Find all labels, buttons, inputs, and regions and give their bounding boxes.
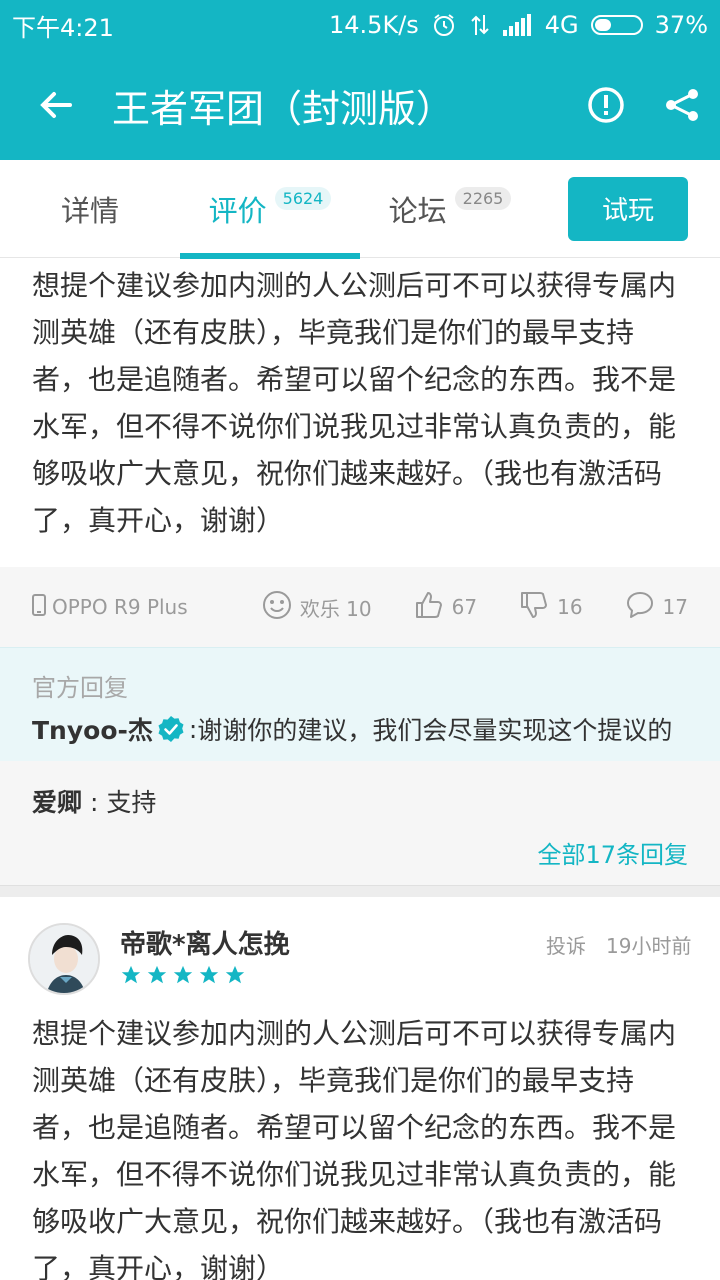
dislike-button[interactable]: 16 — [519, 590, 583, 625]
star-icon — [121, 965, 141, 984]
review-line: 了，真开心，谢谢） — [32, 1252, 285, 1280]
avatar[interactable] — [28, 923, 100, 995]
dislike-count: 16 — [557, 595, 583, 619]
official-reply-label: 官方回复 — [32, 674, 128, 702]
review-line: 水军，但不得不说你们说我见过非常认真负责的，能 — [32, 1158, 677, 1191]
reply-separator: : — [188, 714, 198, 744]
tab-forum[interactable]: 论坛 2265 — [360, 160, 540, 258]
comment-icon — [625, 590, 655, 625]
app-bar: 王者军团（封测版） — [0, 50, 720, 160]
review-line: 想提个建议参加内测的人公测后可不可以获得专属内 — [32, 1017, 677, 1050]
review-line: 者，也是追随者。希望可以留个纪念的东西。我不是 — [32, 1111, 677, 1144]
review-author[interactable]: 帝歌*离人怎挽 — [120, 924, 290, 961]
review-text: 想提个建议参加内测的人公测后可不可以获得专属内 测英雄（还有皮肤），毕竟我们是你… — [32, 1010, 688, 1280]
tab-details[interactable]: 详情 — [0, 160, 180, 258]
alarm-icon — [431, 12, 457, 38]
phone-icon — [32, 593, 46, 621]
battery-percent: 37% — [654, 11, 708, 39]
reply-separator: : — [89, 788, 107, 817]
tab-label: 详情 — [60, 193, 119, 228]
page-title: 王者军团（封测版） — [112, 86, 455, 131]
comment-count: 17 — [662, 595, 688, 619]
back-arrow-icon[interactable] — [0, 50, 112, 160]
smile-icon — [262, 590, 292, 625]
review-line: 想提个建议参加内测的人公测后可不可以获得专属内 — [32, 269, 677, 302]
network-speed: 14.5K/s — [329, 11, 419, 39]
review-line: 者，也是追随者。希望可以留个纪念的东西。我不是 — [32, 363, 677, 396]
review-line: 够吸收广大意见，祝你们越来越好。（我也有激活码 — [32, 457, 663, 490]
tab-reviews[interactable]: 评价 5624 — [180, 160, 360, 259]
alert-icon[interactable] — [568, 50, 644, 160]
report-link[interactable]: 投诉 — [546, 930, 586, 959]
like-count: 67 — [451, 595, 478, 619]
device-info: OPPO R9 Plus — [32, 593, 188, 621]
status-time: 下午4:21 — [12, 13, 114, 42]
thumbs-up-icon — [414, 590, 444, 625]
fun-reaction-button[interactable]: 欢乐 10 — [262, 590, 372, 625]
star-icon — [199, 965, 219, 984]
reply-text: 支持 — [106, 788, 157, 817]
tab-label: 论坛 — [388, 193, 447, 228]
data-transfer-icon — [469, 13, 491, 37]
review-meta-row: OPPO R9 Plus 欢乐 10 67 16 17 — [0, 567, 720, 647]
tab-count-badge: 2265 — [454, 187, 512, 210]
tab-count-badge: 5624 — [274, 187, 332, 210]
review-line: 测英雄（还有皮肤），毕竟我们是你们的最早支持 — [32, 316, 635, 349]
review-line: 够吸收广大意见，祝你们越来越好。（我也有激活码 — [32, 1205, 663, 1238]
try-play-button[interactable]: 试玩 — [568, 176, 688, 241]
comment-button[interactable]: 17 — [625, 590, 688, 625]
share-icon[interactable] — [644, 50, 720, 160]
star-icon — [173, 965, 193, 984]
reply-author[interactable]: 爱卿 — [32, 788, 82, 817]
like-button[interactable]: 67 — [414, 590, 477, 625]
verified-badge-icon — [157, 715, 185, 743]
reply-item: 爱卿 : 支持 — [32, 783, 688, 819]
review-line: 了，真开心，谢谢） — [32, 504, 285, 537]
status-bar: 下午4:21 14.5K/s 4G 37% — [0, 0, 720, 50]
review-time: 19小时前 — [606, 934, 692, 958]
star-rating — [120, 964, 246, 986]
battery-icon — [590, 15, 643, 35]
device-name: OPPO R9 Plus — [52, 595, 188, 619]
thumbs-down-icon — [519, 590, 549, 625]
tab-label: 评价 — [208, 193, 267, 228]
review-line: 水军，但不得不说你们说我见过非常认真负责的，能 — [32, 410, 677, 443]
star-icon — [147, 965, 167, 984]
network-type: 4G — [544, 11, 579, 39]
divider — [0, 885, 720, 897]
review-text: 想提个建议参加内测的人公测后可不可以获得专属内 测英雄（还有皮肤），毕竟我们是你… — [32, 262, 688, 544]
fun-count: 欢乐 10 — [299, 596, 372, 621]
official-reply-author[interactable]: Tnyoo-杰 — [32, 711, 153, 747]
official-reply-text: 谢谢你的建议，我们会尽量实现这个提议的 — [197, 716, 673, 745]
official-reply: 官方回复 Tnyoo-杰 : 谢谢你的建议，我们会尽量实现这个提议的 — [0, 647, 720, 761]
review-line: 测英雄（还有皮肤），毕竟我们是你们的最早支持 — [32, 1064, 635, 1097]
star-icon — [225, 965, 245, 984]
signal-icon — [502, 14, 533, 36]
tab-bar: 详情 评价 5624 论坛 2265 试玩 — [0, 160, 720, 259]
all-replies-link[interactable]: 全部17条回复 — [537, 835, 688, 870]
reply-list: 爱卿 : 支持 全部17条回复 — [0, 761, 720, 885]
